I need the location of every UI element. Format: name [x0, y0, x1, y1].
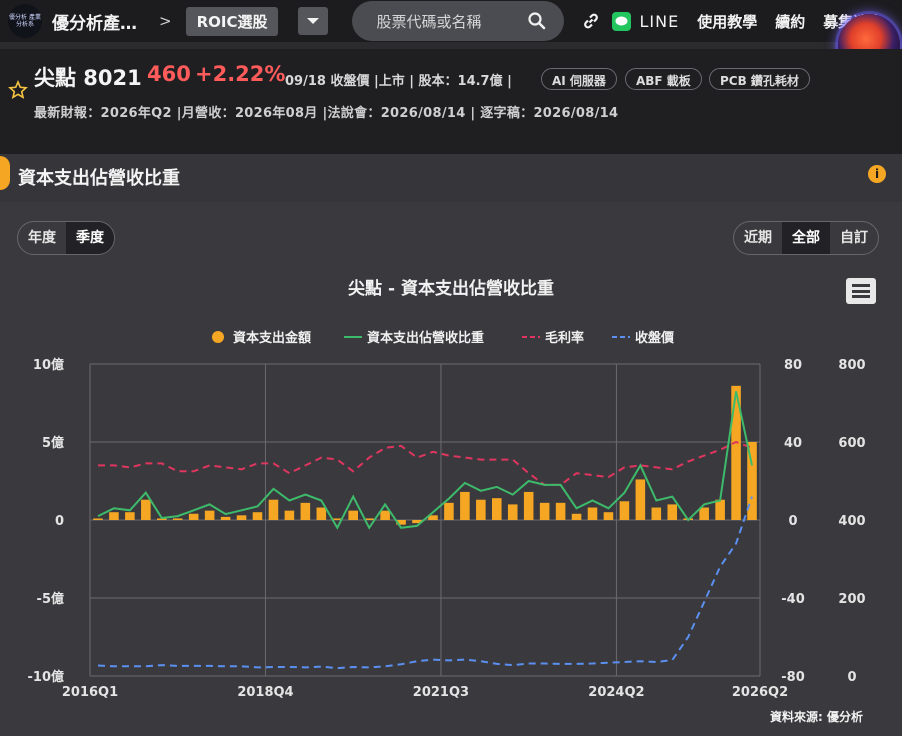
bar-capex — [141, 499, 151, 520]
bar-capex — [667, 504, 678, 520]
bar-capex — [188, 513, 199, 520]
bar-capex — [444, 502, 454, 520]
bar-capex — [109, 512, 119, 520]
bar-capex — [651, 507, 662, 520]
bar-capex — [348, 510, 358, 520]
y-left-tick: -5億 — [37, 591, 64, 607]
legend-label: 毛利率 — [545, 330, 584, 346]
bar-capex — [284, 510, 295, 520]
y-right2-tick: 400 — [838, 514, 865, 529]
bar-capex — [587, 507, 598, 520]
bar-capex — [507, 504, 518, 520]
x-tick: 2021Q3 — [413, 685, 469, 700]
line-capex-ratio — [97, 391, 753, 530]
y-right2-tick: 600 — [838, 436, 865, 451]
bar-capex — [603, 512, 614, 520]
bar-capex — [619, 501, 630, 520]
bar-capex — [555, 502, 566, 520]
legend-label: 資本支出佔營收比重 — [367, 330, 484, 346]
legend-label: 資本支出金額 — [233, 330, 311, 346]
bar-capex — [523, 491, 534, 520]
y-right2-tick: 0 — [847, 670, 856, 685]
bar-capex — [220, 516, 231, 520]
bar-capex — [93, 518, 103, 520]
bar-capex — [172, 518, 183, 520]
bar-capex — [125, 512, 135, 520]
bar-capex — [460, 491, 470, 520]
chart-svg: 10億5億0-5億-10億80400-40-808006004002000201… — [28, 330, 866, 700]
bar-capex — [316, 507, 327, 520]
line-gross-margin — [98, 440, 753, 486]
bar-capex — [268, 499, 279, 520]
bar-capex — [204, 510, 215, 520]
y-right1-tick: -40 — [781, 592, 805, 607]
bar-capex — [476, 499, 486, 520]
y-right1-tick: 40 — [784, 436, 802, 451]
bar-capex — [380, 510, 390, 520]
y-right1-tick: -80 — [781, 670, 805, 685]
y-left-tick: -10億 — [28, 669, 65, 685]
bar-capex — [699, 507, 709, 520]
y-right2-tick: 200 — [838, 592, 865, 607]
bar-capex — [635, 479, 646, 520]
legend-label: 收盤價 — [635, 330, 675, 346]
bar-capex — [715, 499, 725, 520]
x-tick: 2026Q2 — [732, 685, 788, 700]
bar-capex — [571, 513, 582, 520]
legend-marker — [212, 331, 224, 343]
x-tick: 2018Q4 — [237, 685, 293, 700]
line-close-price — [97, 496, 753, 670]
x-tick: 2016Q1 — [62, 685, 118, 700]
y-right1-tick: 80 — [784, 358, 802, 373]
bar-capex — [252, 512, 263, 520]
y-left-tick: 10億 — [33, 357, 64, 373]
y-right2-tick: 800 — [838, 358, 865, 373]
y-left-tick: 5億 — [42, 435, 64, 451]
y-left-tick: 0 — [55, 514, 64, 529]
x-tick: 2024Q2 — [588, 685, 644, 700]
data-source: 資料來源: 優分析 — [770, 710, 863, 724]
bar-capex — [492, 498, 502, 520]
bar-capex — [539, 502, 550, 520]
bar-capex — [300, 502, 311, 520]
bar-capex — [236, 515, 247, 520]
y-right1-tick: 0 — [788, 514, 797, 529]
